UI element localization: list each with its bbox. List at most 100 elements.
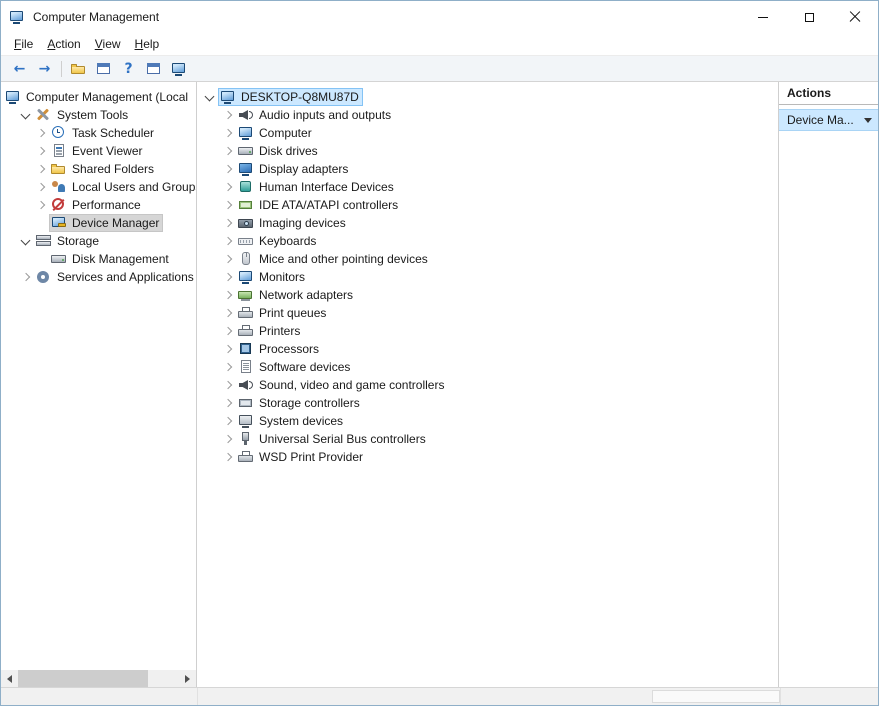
tree-item-device-manager[interactable]: Device Manager: [1, 214, 196, 232]
tree-item-services-and-applications[interactable]: Services and Applications: [1, 268, 196, 286]
chevron-collapsed-icon[interactable]: [220, 178, 236, 196]
chevron-collapsed-icon[interactable]: [220, 430, 236, 448]
tree-item-ide-ata-atapi-controllers[interactable]: IDE ATA/ATAPI controllers: [197, 196, 778, 214]
minimize-button[interactable]: [740, 1, 786, 33]
tree-item-content[interactable]: Software devices: [236, 358, 354, 376]
chevron-collapsed-icon[interactable]: [220, 448, 236, 466]
tree-item-content[interactable]: Mice and other pointing devices: [236, 250, 432, 268]
chevron-collapsed-icon[interactable]: [33, 196, 49, 214]
tree-item-content[interactable]: Services and Applications: [34, 268, 196, 286]
tree-item-content[interactable]: Audio inputs and outputs: [236, 106, 395, 124]
tree-item-content[interactable]: Printers: [236, 322, 304, 340]
tree-item-content[interactable]: System Tools: [34, 106, 132, 124]
tree-item-content[interactable]: Shared Folders: [49, 160, 158, 178]
tree-item-disk-drives[interactable]: Disk drives: [197, 142, 778, 160]
chevron-collapsed-icon[interactable]: [33, 160, 49, 178]
chevron-collapsed-icon[interactable]: [220, 358, 236, 376]
tree-item-event-viewer[interactable]: Event Viewer: [1, 142, 196, 160]
chevron-collapsed-icon[interactable]: [220, 250, 236, 268]
tree-item-shared-folders[interactable]: Shared Folders: [1, 160, 196, 178]
tree-item-content[interactable]: Storage controllers: [236, 394, 364, 412]
tree-item-computer-management-local[interactable]: Computer Management (Local: [1, 88, 196, 106]
chevron-collapsed-icon[interactable]: [220, 286, 236, 304]
tree-item-content[interactable]: Human Interface Devices: [236, 178, 398, 196]
chevron-expanded-icon[interactable]: [202, 88, 218, 106]
tree-item-keyboards[interactable]: Keyboards: [197, 232, 778, 250]
tree-item-processors[interactable]: Processors: [197, 340, 778, 358]
tree-item-disk-management[interactable]: Disk Management: [1, 250, 196, 268]
tree-item-content[interactable]: Disk Management: [49, 250, 173, 268]
tree-item-content[interactable]: Sound, video and game controllers: [236, 376, 448, 394]
tree-item-desktop-q8mu87d[interactable]: DESKTOP-Q8MU87D: [197, 88, 778, 106]
close-button[interactable]: [832, 1, 878, 33]
tree-item-storage-controllers[interactable]: Storage controllers: [197, 394, 778, 412]
chevron-collapsed-icon[interactable]: [220, 124, 236, 142]
tree-item-computer[interactable]: Computer: [197, 124, 778, 142]
tree-item-content[interactable]: IDE ATA/ATAPI controllers: [236, 196, 402, 214]
tree-item-content[interactable]: Monitors: [236, 268, 309, 286]
chevron-collapsed-icon[interactable]: [33, 142, 49, 160]
chevron-expanded-icon[interactable]: [18, 232, 34, 250]
tree-item-content[interactable]: Print queues: [236, 304, 330, 322]
chevron-collapsed-icon[interactable]: [220, 214, 236, 232]
chevron-collapsed-icon[interactable]: [18, 268, 34, 286]
tree-item-content[interactable]: Event Viewer: [49, 142, 146, 160]
tree-item-content[interactable]: Performance: [49, 196, 145, 214]
tree-item-content[interactable]: Storage: [34, 232, 103, 250]
export-list-button[interactable]: [66, 57, 91, 80]
chevron-collapsed-icon[interactable]: [33, 124, 49, 142]
menu-help[interactable]: Help: [128, 34, 167, 54]
tree-item-content[interactable]: Local Users and Groups: [49, 178, 196, 196]
menu-file[interactable]: File: [7, 34, 40, 54]
chevron-expanded-icon[interactable]: [18, 106, 34, 124]
tree-item-performance[interactable]: Performance: [1, 196, 196, 214]
chevron-collapsed-icon[interactable]: [220, 412, 236, 430]
chevron-collapsed-icon[interactable]: [220, 196, 236, 214]
tree-item-content[interactable]: Network adapters: [236, 286, 357, 304]
scroll-left-button[interactable]: [1, 670, 18, 687]
tree-item-human-interface-devices[interactable]: Human Interface Devices: [197, 178, 778, 196]
tree-item-software-devices[interactable]: Software devices: [197, 358, 778, 376]
remote-screen-button[interactable]: [166, 57, 191, 80]
show-console-tree-button[interactable]: [91, 57, 116, 80]
tree-item-content[interactable]: Computer Management (Local: [3, 88, 192, 106]
tree-item-system-tools[interactable]: System Tools: [1, 106, 196, 124]
chevron-collapsed-icon[interactable]: [220, 340, 236, 358]
scrollbar-thumb[interactable]: [18, 670, 148, 687]
tree-item-audio-inputs-and-outputs[interactable]: Audio inputs and outputs: [197, 106, 778, 124]
menu-action[interactable]: Action: [40, 34, 87, 54]
horizontal-scrollbar[interactable]: [1, 670, 196, 687]
tree-item-content[interactable]: Universal Serial Bus controllers: [236, 430, 430, 448]
tree-item-storage[interactable]: Storage: [1, 232, 196, 250]
tree-item-local-users-and-groups[interactable]: Local Users and Groups: [1, 178, 196, 196]
tree-item-content[interactable]: Disk drives: [236, 142, 322, 160]
forward-button[interactable]: →: [32, 57, 57, 80]
back-button[interactable]: ←: [7, 57, 32, 80]
tree-item-content[interactable]: System devices: [236, 412, 347, 430]
scrollbar-track[interactable]: [18, 670, 179, 687]
tree-item-content[interactable]: DESKTOP-Q8MU87D: [218, 88, 363, 106]
tree-item-sound-video-and-game-controllers[interactable]: Sound, video and game controllers: [197, 376, 778, 394]
tree-item-content[interactable]: Task Scheduler: [49, 124, 158, 142]
tree-item-content[interactable]: Computer: [236, 124, 316, 142]
tree-item-display-adapters[interactable]: Display adapters: [197, 160, 778, 178]
help-button[interactable]: ?: [116, 57, 141, 80]
chevron-collapsed-icon[interactable]: [220, 322, 236, 340]
maximize-button[interactable]: [786, 1, 832, 33]
tree-item-content[interactable]: Processors: [236, 340, 323, 358]
tree-item-network-adapters[interactable]: Network adapters: [197, 286, 778, 304]
tree-item-content[interactable]: Display adapters: [236, 160, 352, 178]
tree-item-universal-serial-bus-controllers[interactable]: Universal Serial Bus controllers: [197, 430, 778, 448]
scroll-right-button[interactable]: [179, 670, 196, 687]
tree-item-content[interactable]: Imaging devices: [236, 214, 350, 232]
chevron-collapsed-icon[interactable]: [220, 376, 236, 394]
tree-item-printers[interactable]: Printers: [197, 322, 778, 340]
tree-item-content[interactable]: Device Manager: [49, 214, 163, 232]
tree-item-print-queues[interactable]: Print queues: [197, 304, 778, 322]
menu-view[interactable]: View: [88, 34, 128, 54]
tree-item-content[interactable]: WSD Print Provider: [236, 448, 367, 466]
tree-item-mice-and-other-pointing-devices[interactable]: Mice and other pointing devices: [197, 250, 778, 268]
chevron-collapsed-icon[interactable]: [220, 232, 236, 250]
chevron-collapsed-icon[interactable]: [220, 160, 236, 178]
chevron-down-icon[interactable]: [864, 118, 872, 123]
